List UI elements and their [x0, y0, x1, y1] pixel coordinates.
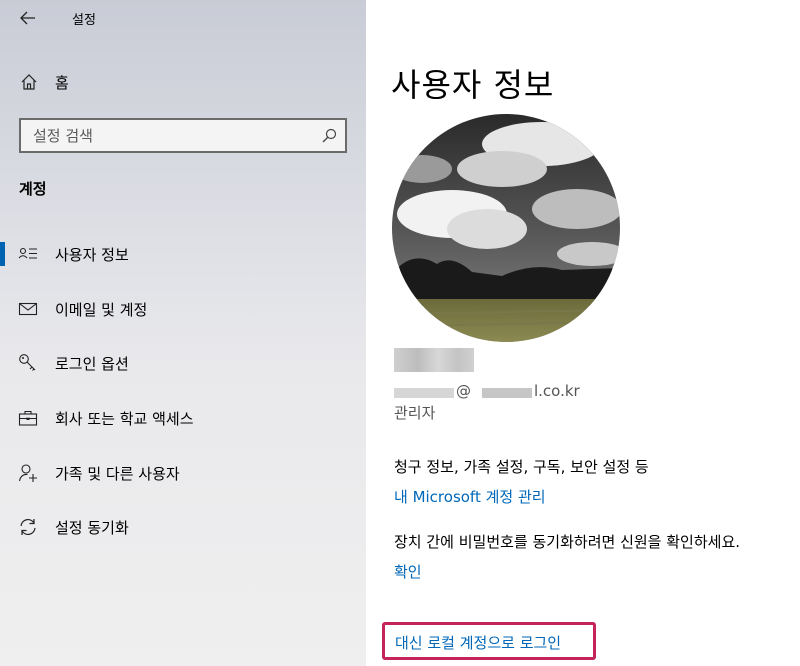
profile-picture	[392, 114, 620, 342]
search-icon[interactable]	[321, 128, 337, 144]
main-content: 사용자 정보 @ l.co.kr 관리자 청구 정보, 가족 설정, 구독, 보…	[366, 0, 800, 666]
user-name-redacted	[394, 348, 474, 372]
manage-microsoft-account-link[interactable]: 내 Microsoft 계정 관리	[394, 486, 546, 507]
sidebar-item-label: 사용자 정보	[55, 246, 129, 264]
user-info-icon	[18, 247, 37, 259]
briefcase-icon	[18, 410, 38, 426]
section-heading: 계정	[19, 180, 47, 198]
email-redaction	[394, 388, 454, 398]
back-arrow-icon	[20, 11, 35, 25]
sidebar-item-label: 이메일 및 계정	[55, 301, 148, 319]
user-email: @ l.co.kr	[394, 382, 694, 402]
search-input[interactable]	[33, 125, 313, 147]
mail-icon	[18, 302, 38, 316]
billing-info-text: 청구 정보, 가족 설정, 구독, 보안 설정 등	[394, 458, 649, 476]
sidebar-item-label: 가족 및 다른 사용자	[55, 465, 180, 483]
key-icon	[19, 354, 36, 371]
local-account-signin-link[interactable]: 대신 로컬 계정으로 로그인	[395, 632, 561, 653]
sidebar-item-user-info[interactable]: 사용자 정보	[0, 234, 366, 274]
sidebar-item-sync-settings[interactable]: 설정 동기화	[0, 507, 366, 547]
sidebar-item-label: 설정 동기화	[55, 519, 129, 537]
avatar[interactable]	[392, 114, 620, 342]
sync-verify-text: 장치 간에 비밀번호를 동기화하려면 신원을 확인하세요.	[394, 533, 741, 551]
sidebar-item-label: 회사 또는 학교 액세스	[55, 410, 194, 428]
sidebar-item-email-accounts[interactable]: 이메일 및 계정	[0, 289, 366, 329]
page-title: 사용자 정보	[391, 66, 555, 104]
email-redaction	[482, 388, 532, 398]
title-bar: 설정	[0, 0, 366, 36]
sidebar-item-family-users[interactable]: 가족 및 다른 사용자	[0, 453, 366, 493]
sidebar-item-label: 로그인 옵션	[55, 355, 129, 373]
sync-icon	[20, 518, 36, 536]
account-role: 관리자	[394, 404, 436, 422]
sidebar-item-home[interactable]: 홈	[0, 64, 366, 100]
back-button[interactable]	[12, 4, 44, 32]
add-user-icon	[18, 464, 37, 482]
search-box[interactable]	[19, 118, 347, 153]
verify-link[interactable]: 확인	[394, 561, 422, 582]
sidebar-item-work-school[interactable]: 회사 또는 학교 액세스	[0, 398, 366, 438]
sidebar: 설정 홈 계정 사용자 정보 이메일 및 계정	[0, 0, 366, 666]
email-domain: l.co.kr	[534, 382, 580, 400]
local-account-signin-highlight: 대신 로컬 계정으로 로그인	[382, 622, 596, 660]
home-label: 홈	[55, 74, 69, 92]
app-title: 설정	[72, 13, 96, 28]
email-at: @	[456, 382, 471, 400]
sidebar-item-signin-options[interactable]: 로그인 옵션	[0, 343, 366, 383]
home-icon	[21, 74, 37, 90]
